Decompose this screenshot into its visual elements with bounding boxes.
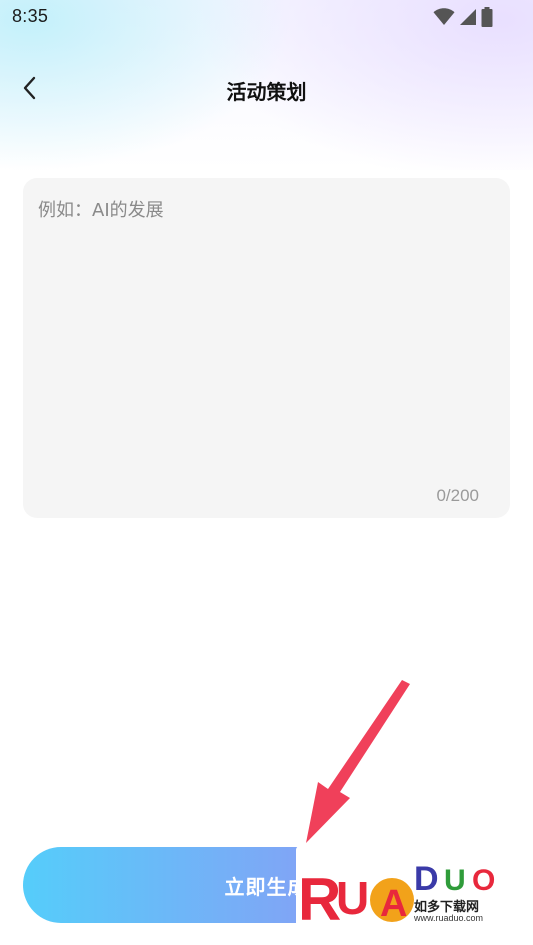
svg-text:U: U (444, 864, 466, 897)
svg-text:A: A (380, 883, 407, 925)
page-title: 活动策划 (226, 80, 307, 104)
signal-icon (459, 8, 477, 26)
svg-text:U: U (336, 872, 369, 924)
status-icons (433, 6, 493, 28)
watermark-url: www.ruaduo.com (414, 913, 484, 923)
svg-text:O: O (472, 864, 495, 897)
app-header: 活动策划 (0, 64, 533, 116)
battery-icon (481, 7, 493, 27)
topic-input[interactable] (23, 178, 510, 518)
svg-text:R: R (298, 866, 341, 933)
topic-input-panel: 0/200 (23, 178, 510, 518)
status-time: 8:35 (12, 6, 49, 26)
wifi-icon (433, 8, 455, 26)
svg-text:D: D (414, 860, 439, 898)
ruaduo-logo-icon: R U A D U O (298, 860, 495, 933)
char-counter: 0/200 (436, 486, 479, 505)
watermark: R U A D U O 如多下载网 www.ruaduo.com (296, 846, 518, 942)
status-bar: 8:35 (0, 0, 533, 34)
